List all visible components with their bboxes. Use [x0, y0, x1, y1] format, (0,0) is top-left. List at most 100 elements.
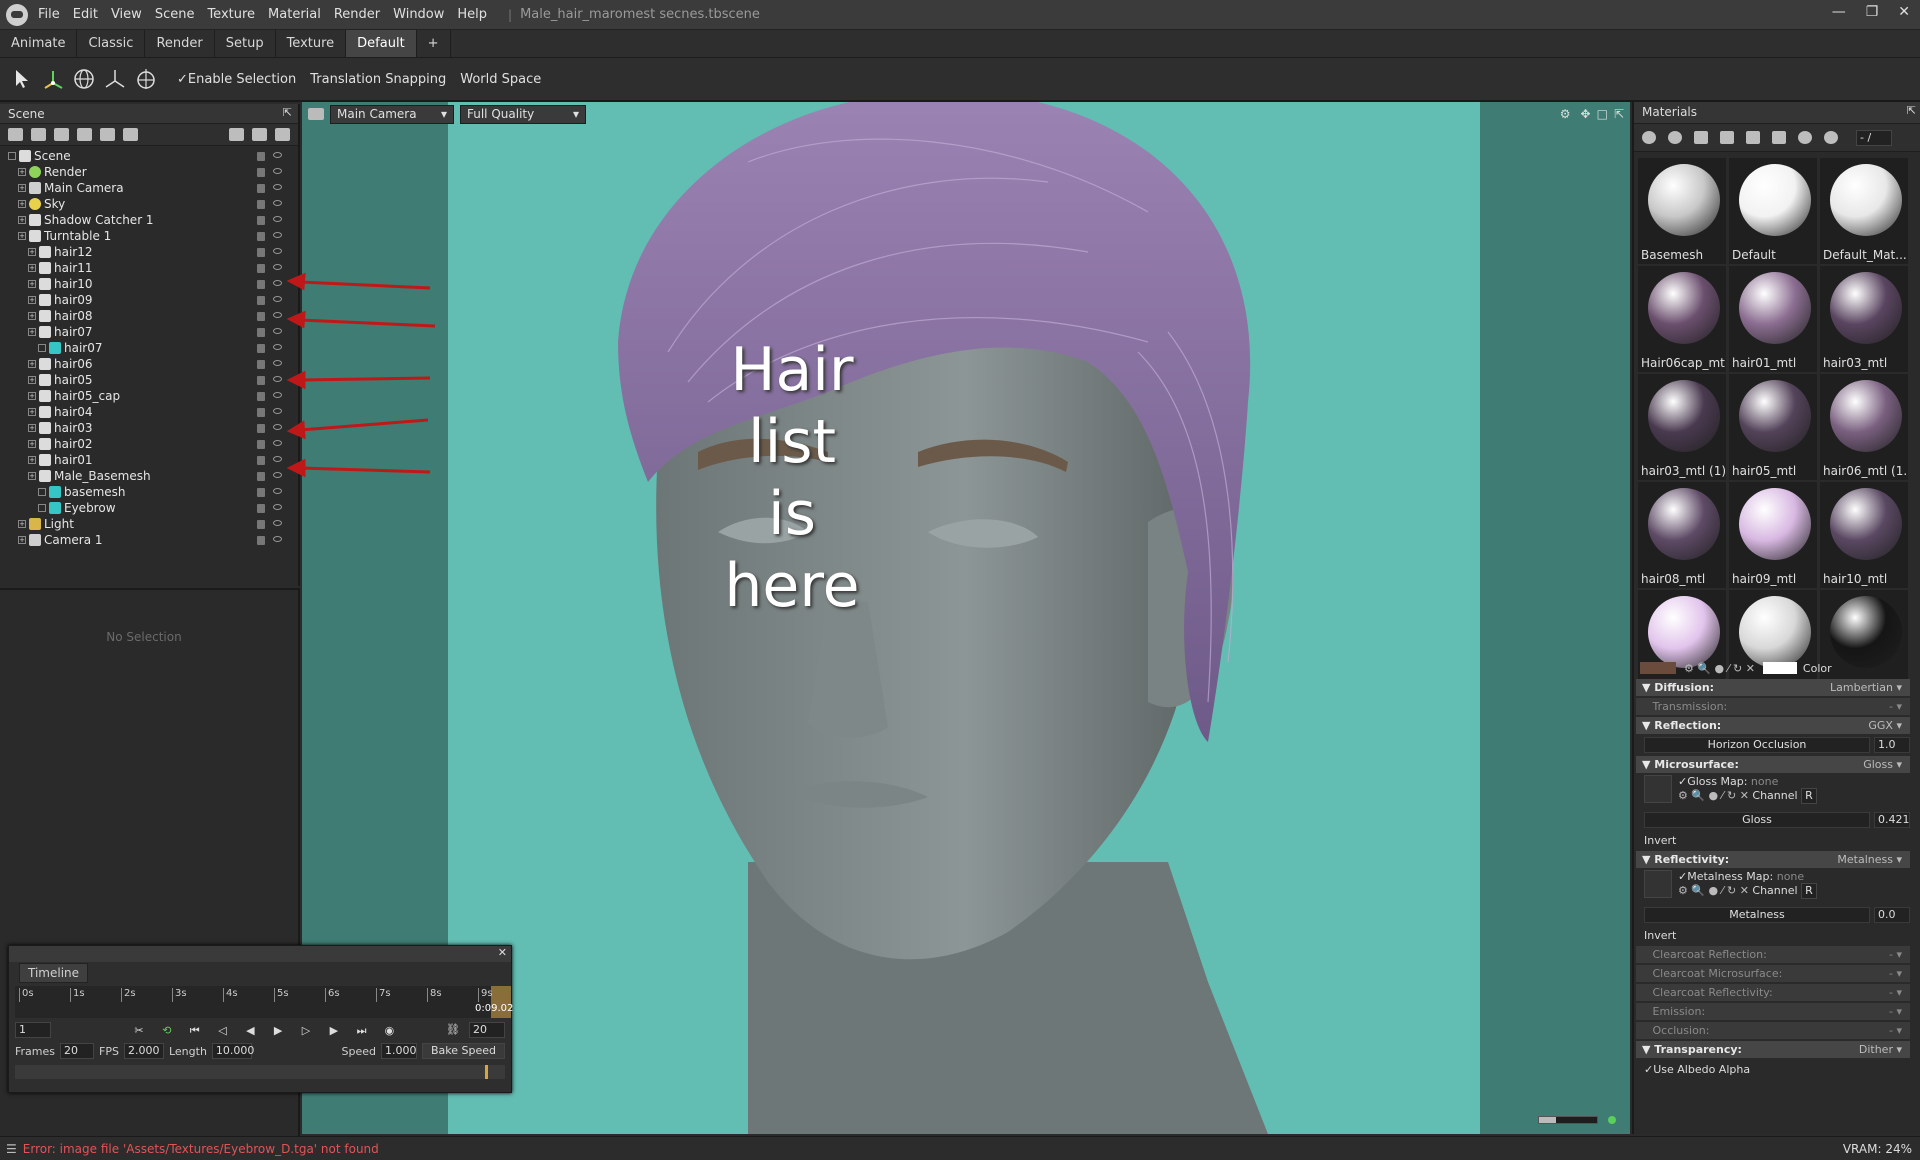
metalness-channel-select[interactable]: R [1801, 883, 1817, 899]
scale-tool-icon[interactable] [132, 65, 160, 93]
emission-section[interactable]: Emission: - ▾ [1636, 1003, 1910, 1020]
visibility-eye-icon[interactable] [273, 503, 282, 510]
tree-item[interactable]: Scene [0, 148, 298, 164]
quality-dropdown[interactable]: Full Quality ▾ [460, 104, 586, 124]
folder-icon[interactable] [1720, 131, 1734, 144]
transparency-section[interactable]: ▼ Transparency: Dither ▾ [1636, 1041, 1910, 1058]
lock-icon[interactable] [257, 247, 265, 257]
tree-item[interactable]: Eyebrow [0, 500, 298, 516]
tab-classic[interactable]: Classic [77, 30, 146, 57]
clearcoat-reflection-section[interactable]: Clearcoat Reflection: - ▾ [1636, 946, 1910, 963]
menu-item-file[interactable]: File [38, 7, 60, 22]
tree-item[interactable]: + Render [0, 164, 298, 180]
gloss-channel-select[interactable]: R [1801, 788, 1817, 804]
viewport-settings-icon[interactable]: ⚙ [1560, 107, 1571, 121]
metalness-value[interactable]: 0.0 [1874, 907, 1910, 923]
material-thumbnail[interactable]: hair10_mtl [1820, 482, 1908, 588]
menu-item-edit[interactable]: Edit [73, 7, 98, 22]
tree-item[interactable]: + hair11 [0, 260, 298, 276]
lock-icon[interactable] [257, 471, 265, 481]
axis-tool-icon[interactable] [101, 65, 129, 93]
delete-icon[interactable] [275, 128, 290, 141]
clearcoat-reflectivity-section[interactable]: Clearcoat Reflectivity: - ▾ [1636, 984, 1910, 1001]
frame-input[interactable]: 1 [15, 1022, 51, 1038]
record-icon[interactable]: ◉ [381, 1024, 397, 1038]
material-thumbnail[interactable]: Default [1729, 158, 1817, 264]
tree-item[interactable]: + hair02 [0, 436, 298, 452]
expand-toggle-icon[interactable]: + [28, 392, 36, 400]
tree-item[interactable]: + hair05_cap [0, 388, 298, 404]
material-thumbnail[interactable]: Hair06cap_mtl [1638, 266, 1726, 372]
tree-item[interactable]: + Turntable 1 [0, 228, 298, 244]
lock-icon[interactable] [257, 311, 265, 321]
material-thumbnail[interactable]: hair06_mtl (1... [1820, 374, 1908, 480]
prev-key-icon[interactable]: ◁ [214, 1024, 230, 1038]
lock-icon[interactable] [257, 375, 265, 385]
diffusion-section[interactable]: ▼ Diffusion: Lambertian ▾ [1636, 679, 1910, 696]
scissors-icon[interactable]: ✂ [131, 1024, 147, 1038]
tree-item[interactable]: + hair07 [0, 324, 298, 340]
expand-toggle-icon[interactable] [8, 152, 16, 160]
expand-toggle-icon[interactable]: + [28, 360, 36, 368]
expand-toggle-icon[interactable]: + [28, 264, 36, 272]
material-thumbnail[interactable]: Default_Mat... [1820, 158, 1908, 264]
lock-icon[interactable] [257, 151, 265, 161]
last-frame-icon[interactable]: ⏭ [354, 1024, 370, 1038]
timeline-ruler[interactable]: 0:09.02 0s 1s 2s 3s 4s 5s 6s 7s 8s 9s [15, 986, 513, 1018]
tab-texture[interactable]: Texture [276, 30, 347, 57]
transmission-section[interactable]: Transmission: - ▾ [1636, 698, 1910, 715]
link-icon[interactable]: ⛓ [445, 1023, 461, 1037]
fullscreen-icon[interactable]: □ [1597, 107, 1608, 121]
end-frame-input[interactable]: 20 [469, 1022, 505, 1038]
lock-icon[interactable] [257, 535, 265, 545]
expand-toggle-icon[interactable] [38, 344, 46, 352]
lock-icon[interactable] [257, 407, 265, 417]
menu-item-scene[interactable]: Scene [155, 7, 195, 22]
duplicate-icon[interactable] [252, 128, 267, 141]
lock-icon[interactable] [257, 295, 265, 305]
expand-toggle-icon[interactable] [38, 488, 46, 496]
expand-toggle-icon[interactable]: + [28, 328, 36, 336]
tree-item[interactable]: + Main Camera [0, 180, 298, 196]
tree-item[interactable]: + Sky [0, 196, 298, 212]
tree-item[interactable]: + Camera 1 [0, 532, 298, 548]
duplicate-material-icon[interactable] [1668, 131, 1682, 144]
tab-add[interactable]: + [417, 30, 451, 57]
menu-item-texture[interactable]: Texture [207, 7, 255, 22]
menu-item-help[interactable]: Help [457, 7, 487, 22]
lock-icon[interactable] [257, 327, 265, 337]
gloss-slider[interactable]: Gloss [1644, 812, 1870, 828]
camera-dropdown[interactable]: Main Camera ▾ [330, 104, 454, 124]
expand-toggle-icon[interactable]: + [28, 248, 36, 256]
first-frame-icon[interactable]: ⏮ [187, 1024, 203, 1038]
microsurface-section[interactable]: ▼ Microsurface: Gloss ▾ [1636, 756, 1910, 773]
material-thumbnail[interactable]: hair05_mtl [1729, 374, 1817, 480]
tree-item[interactable]: + hair08 [0, 308, 298, 324]
map-tools-icon[interactable]: ⚙ 🔍 ● ⁄ ↻ ✕ Channel R [1678, 788, 1817, 804]
tab-animate[interactable]: Animate [0, 30, 78, 57]
lock-icon[interactable] [257, 391, 265, 401]
metalness-map-slot[interactable] [1644, 870, 1672, 898]
tree-item[interactable]: + hair06 [0, 356, 298, 372]
speed-input[interactable]: 1.000 [380, 1043, 417, 1059]
clearcoat-microsurface-section[interactable]: Clearcoat Microsurface: - ▾ [1636, 965, 1910, 982]
horizon-occlusion-slider[interactable]: Horizon Occlusion [1644, 737, 1870, 753]
close-icon[interactable]: ✕ [498, 946, 507, 959]
visibility-eye-icon[interactable] [273, 519, 282, 526]
step-forward-icon[interactable]: ▷ [298, 1024, 314, 1038]
tree-item[interactable]: + hair04 [0, 404, 298, 420]
lock-icon[interactable] [257, 231, 265, 241]
reflection-section[interactable]: ▼ Reflection: GGX ▾ [1636, 717, 1910, 734]
tree-item[interactable]: + hair05 [0, 372, 298, 388]
play-icon[interactable]: ▶ [270, 1024, 286, 1038]
material-thumbnail[interactable]: hair03_mtl (1) [1638, 374, 1726, 480]
menu-item-window[interactable]: Window [393, 7, 444, 22]
material-thumbnail[interactable]: hair01_mtl [1729, 266, 1817, 372]
material-thumbnail[interactable]: hair08_mtl [1638, 482, 1726, 588]
tree-item[interactable]: + hair12 [0, 244, 298, 260]
tab-setup[interactable]: Setup [215, 30, 276, 57]
popout-icon[interactable]: ⇱ [1614, 107, 1624, 121]
next-key-icon[interactable]: ▶ [326, 1024, 342, 1038]
invert-checkbox[interactable]: Invert [1636, 926, 1910, 944]
clear-icon[interactable] [1824, 131, 1838, 144]
